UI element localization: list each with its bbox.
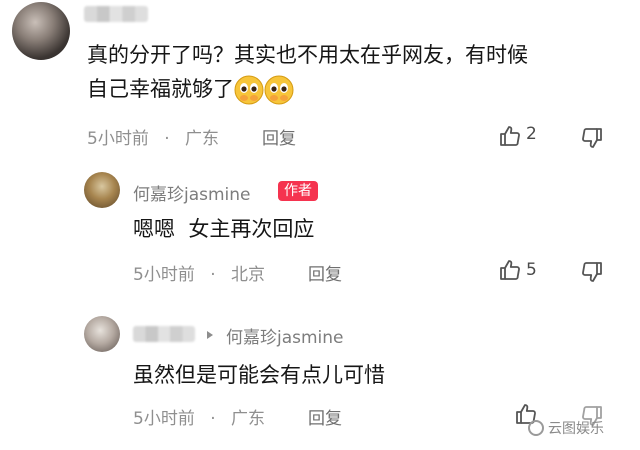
like-count: 2 bbox=[526, 124, 537, 144]
comment-meta: 5小时前 · 广东 bbox=[87, 124, 219, 149]
reply-button[interactable]: 回复 bbox=[308, 260, 342, 285]
watermark: 云图娱乐 bbox=[528, 418, 604, 438]
pleading-face-icon bbox=[264, 75, 294, 105]
comment-line-2-text: 自己幸福就够了 bbox=[87, 77, 234, 101]
blurred-username[interactable] bbox=[133, 326, 195, 342]
avatar[interactable] bbox=[84, 316, 120, 352]
thumbs-up-icon[interactable] bbox=[498, 258, 522, 282]
pleading-face-icon bbox=[234, 75, 264, 105]
reply-button[interactable]: 回复 bbox=[262, 124, 296, 149]
timestamp: 5小时前 bbox=[133, 409, 195, 429]
comment-meta: 5小时前 · 广东 bbox=[133, 404, 265, 429]
location: 北京 bbox=[231, 265, 266, 285]
watermark-logo-icon bbox=[528, 420, 544, 436]
watermark-text: 云图娱乐 bbox=[548, 421, 604, 437]
comment-line-1: 真的分开了吗？其实也不用太在乎网友，有时候 bbox=[87, 43, 528, 67]
avatar[interactable] bbox=[12, 2, 70, 60]
timestamp: 5小时前 bbox=[87, 129, 149, 149]
comment-text: 嗯嗯 女主再次回应 bbox=[133, 217, 315, 241]
thumbs-up-icon[interactable] bbox=[498, 124, 522, 148]
separator: · bbox=[210, 409, 216, 429]
timestamp: 5小时前 bbox=[133, 265, 195, 285]
comment-meta: 5小时前 · 北京 bbox=[133, 260, 265, 285]
location: 广东 bbox=[185, 129, 220, 149]
author-name[interactable]: 何嘉珍jasmine bbox=[133, 180, 251, 205]
thumbs-down-icon[interactable] bbox=[580, 260, 604, 284]
avatar[interactable] bbox=[84, 172, 120, 208]
reply-to-name[interactable]: 何嘉珍jasmine bbox=[226, 323, 344, 348]
separator: · bbox=[164, 129, 170, 149]
comment-text: 虽然但是可能会有点儿可惜 bbox=[133, 363, 385, 387]
comment-text: 真的分开了吗？其实也不用太在乎网友，有时候 自己幸福就够了 bbox=[87, 38, 627, 106]
comment-line-2: 自己幸福就够了 bbox=[87, 72, 627, 106]
location: 广东 bbox=[231, 409, 266, 429]
author-badge: 作者 bbox=[278, 181, 318, 201]
reply-arrow-icon bbox=[204, 329, 216, 341]
blurred-username[interactable] bbox=[84, 6, 148, 22]
reply-button[interactable]: 回复 bbox=[308, 404, 342, 429]
separator: · bbox=[210, 265, 216, 285]
thumbs-down-icon[interactable] bbox=[580, 126, 604, 150]
like-count: 5 bbox=[526, 260, 537, 280]
